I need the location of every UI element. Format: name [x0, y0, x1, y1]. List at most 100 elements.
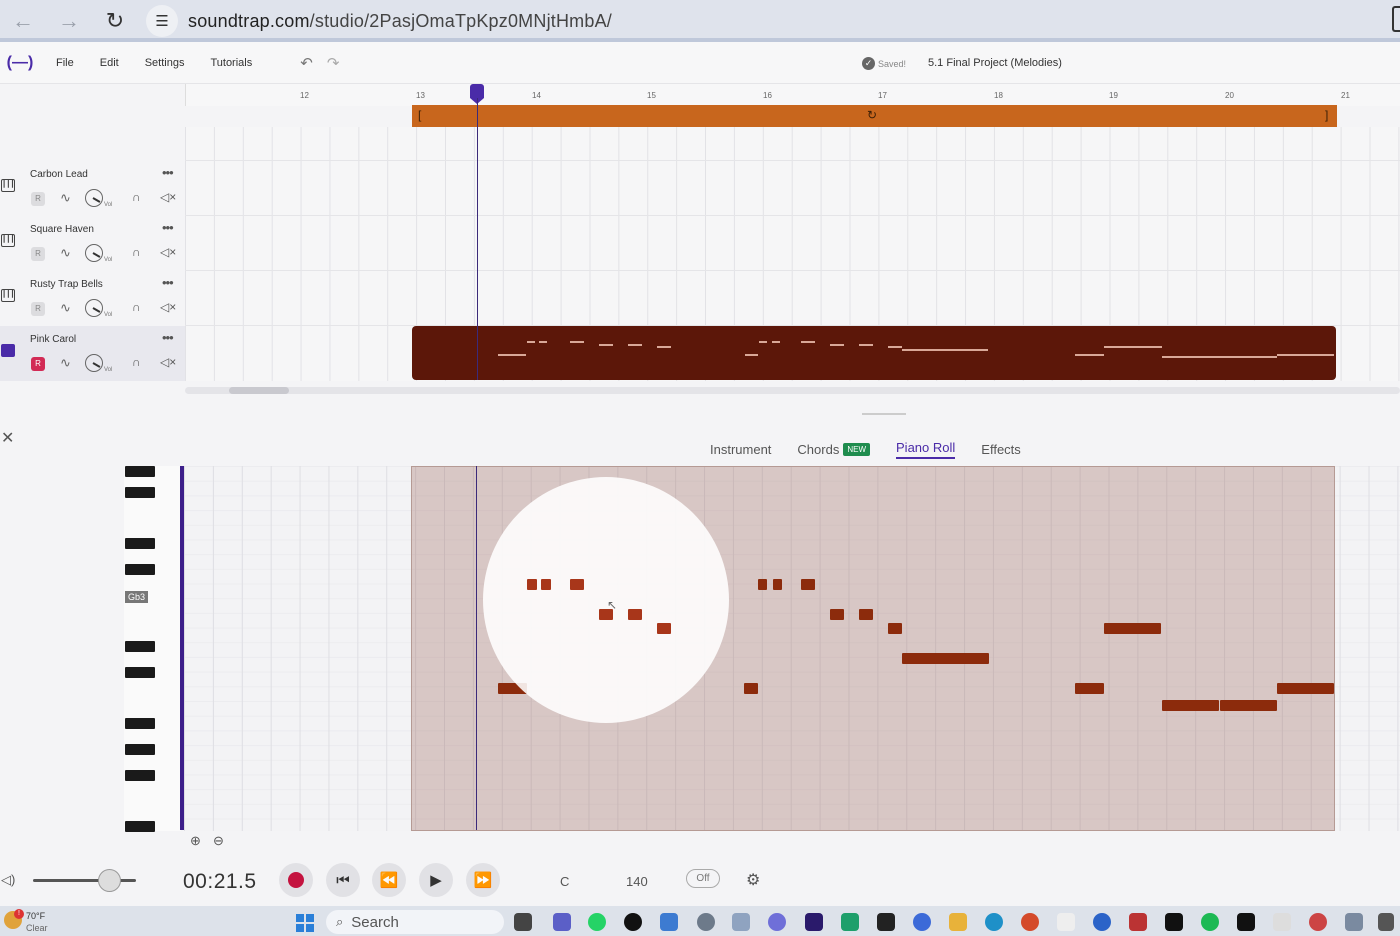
black-key[interactable] — [125, 641, 155, 652]
midi-note[interactable] — [1075, 683, 1104, 694]
midi-note[interactable] — [773, 579, 782, 590]
track-name[interactable]: Rusty Trap Bells — [30, 279, 103, 290]
horizontal-scrollbar[interactable] — [185, 387, 1400, 394]
mute-icon[interactable]: ◁× — [160, 190, 176, 204]
reload-icon[interactable]: ↻ — [92, 0, 138, 42]
gear-icon[interactable]: ⚙ — [746, 870, 760, 890]
track-square-haven[interactable]: ┃┃┃ Square Haven ••• R ∿ Vol ∩ ◁× — [0, 216, 185, 271]
soundtrap-logo[interactable]: (—) — [0, 54, 40, 72]
track-carbon-lead[interactable]: ┃┃┃ Carbon Lead ••• R ∿ Vol ∩ ◁× — [0, 161, 185, 216]
midi-note[interactable] — [801, 579, 815, 590]
metronome-toggle[interactable]: Off — [686, 869, 720, 888]
volume-knob[interactable] — [85, 354, 103, 372]
loop-region[interactable]: [ ↻ ] — [412, 105, 1337, 127]
tempo-field[interactable]: 140 — [626, 874, 648, 889]
black-key[interactable] — [125, 538, 155, 549]
play-icon[interactable]: ▶ — [419, 863, 453, 897]
track-pink-carol[interactable]: Pink Carol ••• R ∿ Vol ∩ ◁× — [0, 326, 185, 381]
capcut-icon[interactable] — [877, 913, 895, 931]
midi-note[interactable] — [830, 609, 844, 620]
black-key[interactable] — [125, 487, 155, 498]
midi-note[interactable] — [527, 579, 537, 590]
black-key[interactable] — [125, 718, 155, 729]
file-explorer-icon[interactable] — [514, 913, 532, 931]
midi-note[interactable] — [744, 683, 758, 694]
midi-note[interactable] — [1277, 683, 1334, 694]
menu-file[interactable]: File — [46, 57, 84, 69]
record-arm-button[interactable]: R — [31, 357, 45, 371]
app-icon[interactable] — [1378, 913, 1394, 931]
midi-note[interactable] — [1104, 623, 1161, 634]
app-icon[interactable] — [841, 913, 859, 931]
tab-piano-roll[interactable]: Piano Roll — [896, 440, 956, 459]
midi-note[interactable] — [859, 609, 873, 620]
app-icon[interactable] — [913, 913, 931, 931]
volume-knob[interactable] — [85, 299, 103, 317]
midi-clip[interactable] — [412, 326, 1336, 380]
mute-icon[interactable]: ◁× — [160, 355, 176, 369]
record-arm-button[interactable]: R — [31, 302, 45, 316]
black-key[interactable] — [125, 744, 155, 755]
app-icon[interactable] — [1057, 913, 1075, 931]
tab-chords[interactable]: Chords NEW — [797, 442, 871, 457]
address-bar[interactable]: soundtrap.com/studio/2PasjOmaTpKpz0MNjtH… — [188, 11, 612, 32]
sidebar-toggle-icon[interactable] — [1392, 6, 1400, 32]
headphones-icon[interactable]: ∩ — [132, 355, 141, 369]
key-selector[interactable]: C — [560, 874, 569, 889]
chrome-icon[interactable] — [1021, 913, 1039, 931]
more-options-icon[interactable]: ••• — [162, 165, 174, 180]
redo-icon[interactable]: ↷ — [327, 54, 340, 72]
whatsapp-icon[interactable] — [588, 913, 606, 931]
app-icon[interactable] — [1309, 913, 1327, 931]
menu-tutorials[interactable]: Tutorials — [200, 57, 262, 69]
app-icon[interactable] — [624, 913, 642, 931]
speaker-icon[interactable]: ◁) — [1, 872, 15, 888]
automation-icon[interactable]: ∿ — [60, 245, 71, 261]
playhead-handle[interactable] — [470, 84, 484, 104]
midi-note[interactable] — [1162, 700, 1219, 711]
black-key[interactable] — [125, 667, 155, 678]
app-icon[interactable] — [660, 913, 678, 931]
midi-note[interactable] — [902, 653, 989, 664]
midi-note[interactable] — [628, 609, 642, 620]
menu-edit[interactable]: Edit — [90, 57, 129, 69]
headphones-icon[interactable]: ∩ — [132, 190, 141, 204]
black-key[interactable] — [125, 821, 155, 832]
more-options-icon[interactable]: ••• — [162, 220, 174, 235]
track-name[interactable]: Square Haven — [30, 224, 94, 235]
edge-icon[interactable] — [985, 913, 1003, 931]
close-icon[interactable]: ✕ — [1, 428, 14, 448]
app-icon[interactable] — [732, 913, 750, 931]
track-rusty-trap-bells[interactable]: ┃┃┃ Rusty Trap Bells ••• R ∿ Vol ∩ ◁× — [0, 271, 185, 326]
midi-note[interactable] — [1220, 700, 1277, 711]
folder-icon[interactable] — [949, 913, 967, 931]
scrollbar-thumb[interactable] — [229, 387, 289, 394]
tab-instrument[interactable]: Instrument — [710, 442, 771, 457]
midi-note[interactable] — [570, 579, 584, 590]
zoom-out-icon[interactable]: ⊖ — [213, 833, 224, 849]
premiere-icon[interactable] — [805, 913, 823, 931]
arrow-right-icon[interactable]: → — [46, 0, 92, 42]
master-volume-thumb[interactable] — [98, 869, 121, 892]
headphones-icon[interactable]: ∩ — [132, 300, 141, 314]
ableton-live-icon[interactable] — [1165, 913, 1183, 931]
automation-icon[interactable]: ∿ — [60, 190, 71, 206]
panel-resize-handle[interactable] — [862, 413, 906, 415]
skip-to-start-icon[interactable]: ⏮ — [326, 863, 360, 897]
app-icon[interactable] — [768, 913, 786, 931]
record-arm-button[interactable]: R — [31, 247, 45, 261]
spotify-icon[interactable] — [1201, 913, 1219, 931]
record-arm-button[interactable]: R — [31, 192, 45, 206]
record-button[interactable] — [279, 863, 313, 897]
more-options-icon[interactable]: ••• — [162, 275, 174, 290]
app-icon[interactable] — [1093, 913, 1111, 931]
zoom-in-icon[interactable]: ⊕ — [190, 833, 201, 849]
loop-end-handle-icon[interactable]: ] — [1325, 108, 1328, 122]
midi-note[interactable] — [657, 623, 671, 634]
more-options-icon[interactable]: ••• — [162, 330, 174, 345]
app-icon[interactable] — [1345, 913, 1363, 931]
black-key[interactable] — [125, 466, 155, 477]
midi-note[interactable] — [541, 579, 551, 590]
black-key[interactable] — [125, 564, 155, 575]
ableton-live-icon[interactable] — [1237, 913, 1255, 931]
